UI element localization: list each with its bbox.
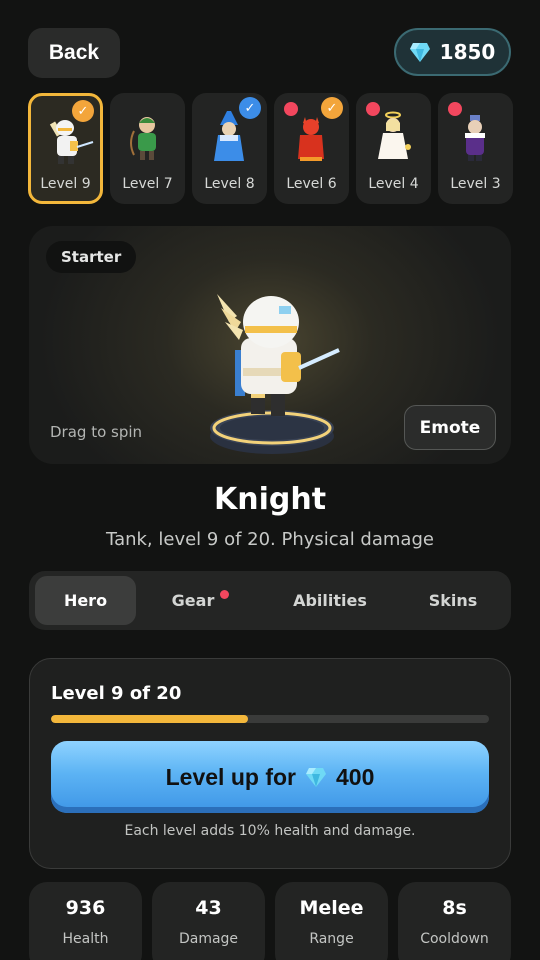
- diamond-gem-icon: [409, 43, 430, 62]
- diamond-gem-icon: [305, 768, 326, 787]
- level-progress-bar: [51, 715, 489, 723]
- stat-label: Cooldown: [420, 931, 489, 947]
- hero-name: Knight: [213, 482, 327, 517]
- hero-card-angel[interactable]: Level 4: [356, 93, 431, 204]
- level-up-note: Each level adds 10% health and damage.: [124, 823, 416, 839]
- starter-tag: Starter: [46, 241, 137, 273]
- wizard-thumbnail-icon: [214, 111, 244, 161]
- owned-check-badge: ✓: [72, 100, 94, 122]
- drag-to-spin-hint: Drag to spin: [50, 423, 143, 441]
- hero-card-knight[interactable]: ✓ Level 9: [28, 93, 103, 204]
- stat-value: 936: [65, 897, 106, 919]
- owned-check-badge: ✓: [321, 97, 343, 119]
- level-panel: Level 9 of 20 Level up for 400 Each leve…: [29, 658, 511, 869]
- archer-thumbnail-icon: [130, 117, 156, 160]
- tab-gear-label: Gear: [171, 591, 215, 610]
- level-progress-fill: [51, 715, 249, 723]
- level-title: Level 9 of 20: [51, 683, 182, 704]
- tab-abilities[interactable]: Abilities: [281, 576, 379, 625]
- hero-level-label: Level 8: [204, 176, 255, 192]
- stat-value: 43: [195, 897, 222, 919]
- hero-description: Tank, level 9 of 20. Physical damage: [106, 529, 434, 550]
- stat-label: Health: [62, 931, 109, 947]
- stat-damage: 43 Damage: [152, 882, 265, 960]
- notification-dot: [284, 102, 298, 116]
- stat-value: Melee: [299, 897, 364, 919]
- hero-level-label: Level 9: [40, 176, 91, 192]
- hero-card-wizard[interactable]: ✓ Level 8: [192, 93, 267, 204]
- level-up-button[interactable]: Level up for 400: [51, 741, 489, 813]
- tab-hero[interactable]: Hero: [35, 576, 136, 625]
- gem-balance[interactable]: 1850: [394, 28, 511, 76]
- gem-count: 1850: [439, 40, 496, 64]
- hero-level-label: Level 6: [286, 176, 337, 192]
- stat-health: 936 Health: [29, 882, 142, 960]
- hero-preview-viewport[interactable]: Starter Drag to spin Emote: [29, 226, 511, 464]
- hero-card-demon[interactable]: ✓ Level 6: [274, 93, 349, 204]
- notification-dot: [448, 102, 462, 116]
- back-button[interactable]: Back: [28, 28, 120, 78]
- hero-level-label: Level 4: [368, 176, 419, 192]
- notification-dot: [366, 102, 380, 116]
- hero-selector: ✓ Level 9 Level 7 ✓ Level 8 ✓ Level 6 Le…: [28, 93, 513, 205]
- hero-level-label: Level 7: [122, 176, 173, 192]
- knight-thumbnail-icon: [49, 120, 94, 164]
- gear-notification-dot: [220, 590, 229, 599]
- stat-range: Melee Range: [275, 882, 388, 960]
- emote-button[interactable]: Emote: [404, 405, 496, 450]
- stat-label: Range: [309, 931, 354, 947]
- tab-skins[interactable]: Skins: [409, 576, 497, 625]
- level-up-cost: 400: [335, 763, 375, 790]
- hero-level-label: Level 3: [450, 176, 501, 192]
- mage-thumbnail-icon: [465, 115, 485, 161]
- hero-tabs: Hero Gear Abilities Skins: [29, 571, 511, 630]
- owned-check-badge: ✓: [239, 97, 261, 119]
- level-up-label: Level up for: [165, 763, 296, 790]
- stat-cooldown: 8s Cooldown: [398, 882, 511, 960]
- stat-label: Damage: [178, 931, 239, 947]
- hero-card-mage[interactable]: Level 3: [438, 93, 513, 204]
- knight-model[interactable]: [199, 276, 349, 464]
- demon-thumbnail-icon: [298, 117, 324, 161]
- tab-gear[interactable]: Gear: [147, 576, 239, 625]
- hero-stats: 936 Health 43 Damage Melee Range 8s Cool…: [29, 882, 511, 960]
- hero-card-archer[interactable]: Level 7: [110, 93, 185, 204]
- angel-thumbnail-icon: [378, 111, 411, 159]
- stat-value: 8s: [442, 897, 467, 919]
- top-bar: Back 1850: [0, 0, 540, 90]
